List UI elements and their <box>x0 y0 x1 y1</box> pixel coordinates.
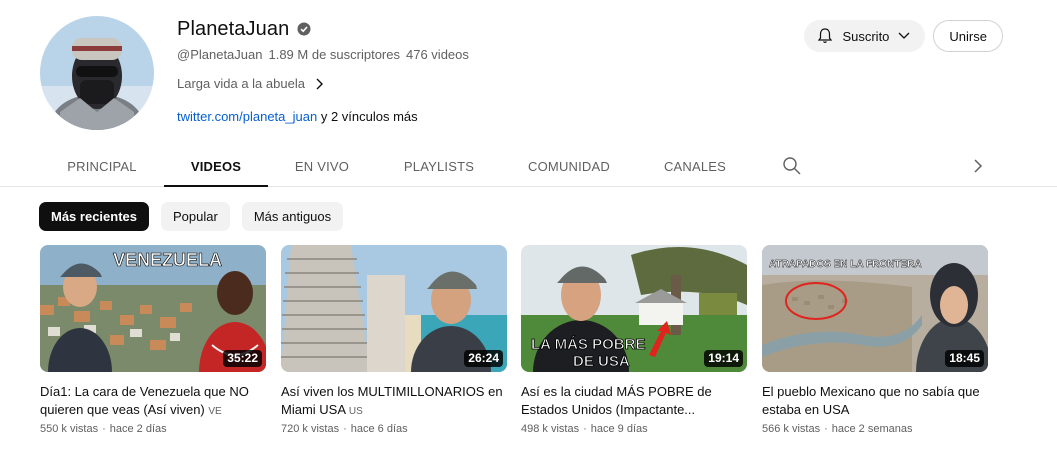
video-card[interactable]: LA MÁS POBRE DE USA 19:14 Así es la ciud… <box>521 245 747 435</box>
video-title-text: Así viven los MULTIMILLONARIOS en Miami … <box>281 384 503 417</box>
video-title[interactable]: Así viven los MULTIMILLONARIOS en Miami … <box>281 383 507 419</box>
meta-separator: · <box>583 423 587 435</box>
video-meta: 566 k vistas · hace 2 semanas <box>762 423 988 435</box>
channel-links: twitter.com/planeta_juan y 2 vínculos má… <box>177 109 469 124</box>
search-icon[interactable] <box>782 156 802 176</box>
video-card[interactable]: 26:24 Así viven los MULTIMILLONARIOS en … <box>281 245 507 435</box>
tab-label: EN VIVO <box>294 158 350 174</box>
bell-icon <box>818 28 833 43</box>
tab-playlists[interactable]: PLAYLISTS <box>376 146 502 186</box>
channel-description[interactable]: Larga vida a la abuela <box>177 76 469 91</box>
tab-label: PLAYLISTS <box>403 158 475 174</box>
video-views: 498 k vistas <box>521 423 580 435</box>
video-meta: 498 k vistas · hace 9 días <box>521 423 747 435</box>
channel-info: PlanetaJuan @PlanetaJuan 1.89 M de suscr… <box>177 16 469 125</box>
video-duration: 26:24 <box>464 350 503 367</box>
tab-label: COMUNIDAD <box>528 158 610 174</box>
thumbnail-text-line2: DE USA <box>573 353 630 370</box>
video-meta: 550 k vistas · hace 2 días <box>40 423 266 435</box>
header-buttons: Suscrito Unirse <box>804 20 1003 52</box>
video-duration: 18:45 <box>945 350 984 367</box>
tab-videos[interactable]: VIDEOS <box>164 146 268 187</box>
meta-separator: · <box>343 423 347 435</box>
video-meta: 720 k vistas · hace 6 días <box>281 423 507 435</box>
join-button[interactable]: Unirse <box>933 20 1003 52</box>
channel-avatar[interactable] <box>40 16 154 130</box>
video-views: 566 k vistas <box>762 423 821 435</box>
subscriber-count: 1.89 M de suscriptores <box>268 47 400 62</box>
video-views: 720 k vistas <box>281 423 340 435</box>
tab-label: PRINCIPAL <box>67 158 137 174</box>
video-title[interactable]: El pueblo Mexicano que no sabía que esta… <box>762 383 988 419</box>
video-duration: 19:14 <box>704 350 743 367</box>
verified-check-icon <box>297 22 311 36</box>
more-links-link[interactable]: y 2 vínculos más <box>321 109 418 124</box>
channel-name: PlanetaJuan <box>177 17 290 40</box>
country-badge: VE <box>208 406 222 417</box>
video-thumbnail[interactable]: VENEZUELA 35:22 <box>40 245 266 372</box>
chip-most-recent[interactable]: Más recientes <box>39 202 149 231</box>
video-duration: 35:22 <box>223 350 262 367</box>
chevron-right-icon <box>316 78 323 89</box>
tab-principal[interactable]: PRINCIPAL <box>40 146 164 186</box>
video-age: hace 6 días <box>350 423 408 435</box>
video-age: hace 2 semanas <box>831 423 913 435</box>
video-thumbnail[interactable]: LA MÁS POBRE DE USA 19:14 <box>521 245 747 372</box>
tab-label: VIDEOS <box>190 158 242 174</box>
video-age: hace 9 días <box>590 423 648 435</box>
sort-chips: Más recientes Popular Más antiguos <box>39 202 344 231</box>
video-title-text: El pueblo Mexicano que no sabía que esta… <box>762 384 980 417</box>
meta-separator: · <box>824 423 828 435</box>
chevron-right-icon[interactable] <box>970 157 986 175</box>
join-label: Unirse <box>949 28 987 44</box>
country-badge: US <box>348 406 363 417</box>
video-title-text: Así es la ciudad MÁS POBRE de Estados Un… <box>521 384 712 417</box>
twitter-link[interactable]: twitter.com/planeta_juan <box>177 109 317 124</box>
tab-comunidad[interactable]: COMUNIDAD <box>502 146 636 186</box>
channel-handle: @PlanetaJuan <box>177 47 263 62</box>
video-card[interactable]: VENEZUELA 35:22 Día1: La cara de Venezue… <box>40 245 266 435</box>
video-card[interactable]: ATRAPADOS EN LA FRONTERA 18:45 El pueblo… <box>762 245 988 435</box>
thumbnail-text-line1: LA MÁS POBRE <box>531 336 645 353</box>
video-age: hace 2 días <box>109 423 167 435</box>
tab-en-vivo[interactable]: EN VIVO <box>268 146 376 186</box>
channel-description-text: Larga vida a la abuela <box>177 76 305 91</box>
subscribed-button[interactable]: Suscrito <box>804 20 926 52</box>
chevron-down-icon <box>898 32 910 39</box>
video-title[interactable]: Así es la ciudad MÁS POBRE de Estados Un… <box>521 383 747 419</box>
avatar-image <box>40 16 154 130</box>
chip-popular[interactable]: Popular <box>161 202 230 231</box>
video-views: 550 k vistas <box>40 423 99 435</box>
channel-meta: @PlanetaJuan 1.89 M de suscriptores 476 … <box>177 47 469 62</box>
video-title[interactable]: Día1: La cara de Venezuela que NO quiere… <box>40 383 266 419</box>
chip-oldest[interactable]: Más antiguos <box>241 202 344 231</box>
video-thumbnail[interactable]: ATRAPADOS EN LA FRONTERA 18:45 <box>762 245 988 372</box>
thumbnail-text: ATRAPADOS EN LA FRONTERA <box>769 259 922 270</box>
meta-separator: · <box>102 423 106 435</box>
channel-tabs: PRINCIPAL VIDEOS EN VIVO PLAYLISTS COMUN… <box>0 146 1057 187</box>
video-thumbnail[interactable]: 26:24 <box>281 245 507 372</box>
thumbnail-text: VENEZUELA <box>113 250 222 270</box>
tab-label: CANALES <box>663 158 727 174</box>
subscribed-label: Suscrito <box>842 28 890 44</box>
tab-canales[interactable]: CANALES <box>636 146 754 186</box>
video-count: 476 videos <box>406 47 469 62</box>
